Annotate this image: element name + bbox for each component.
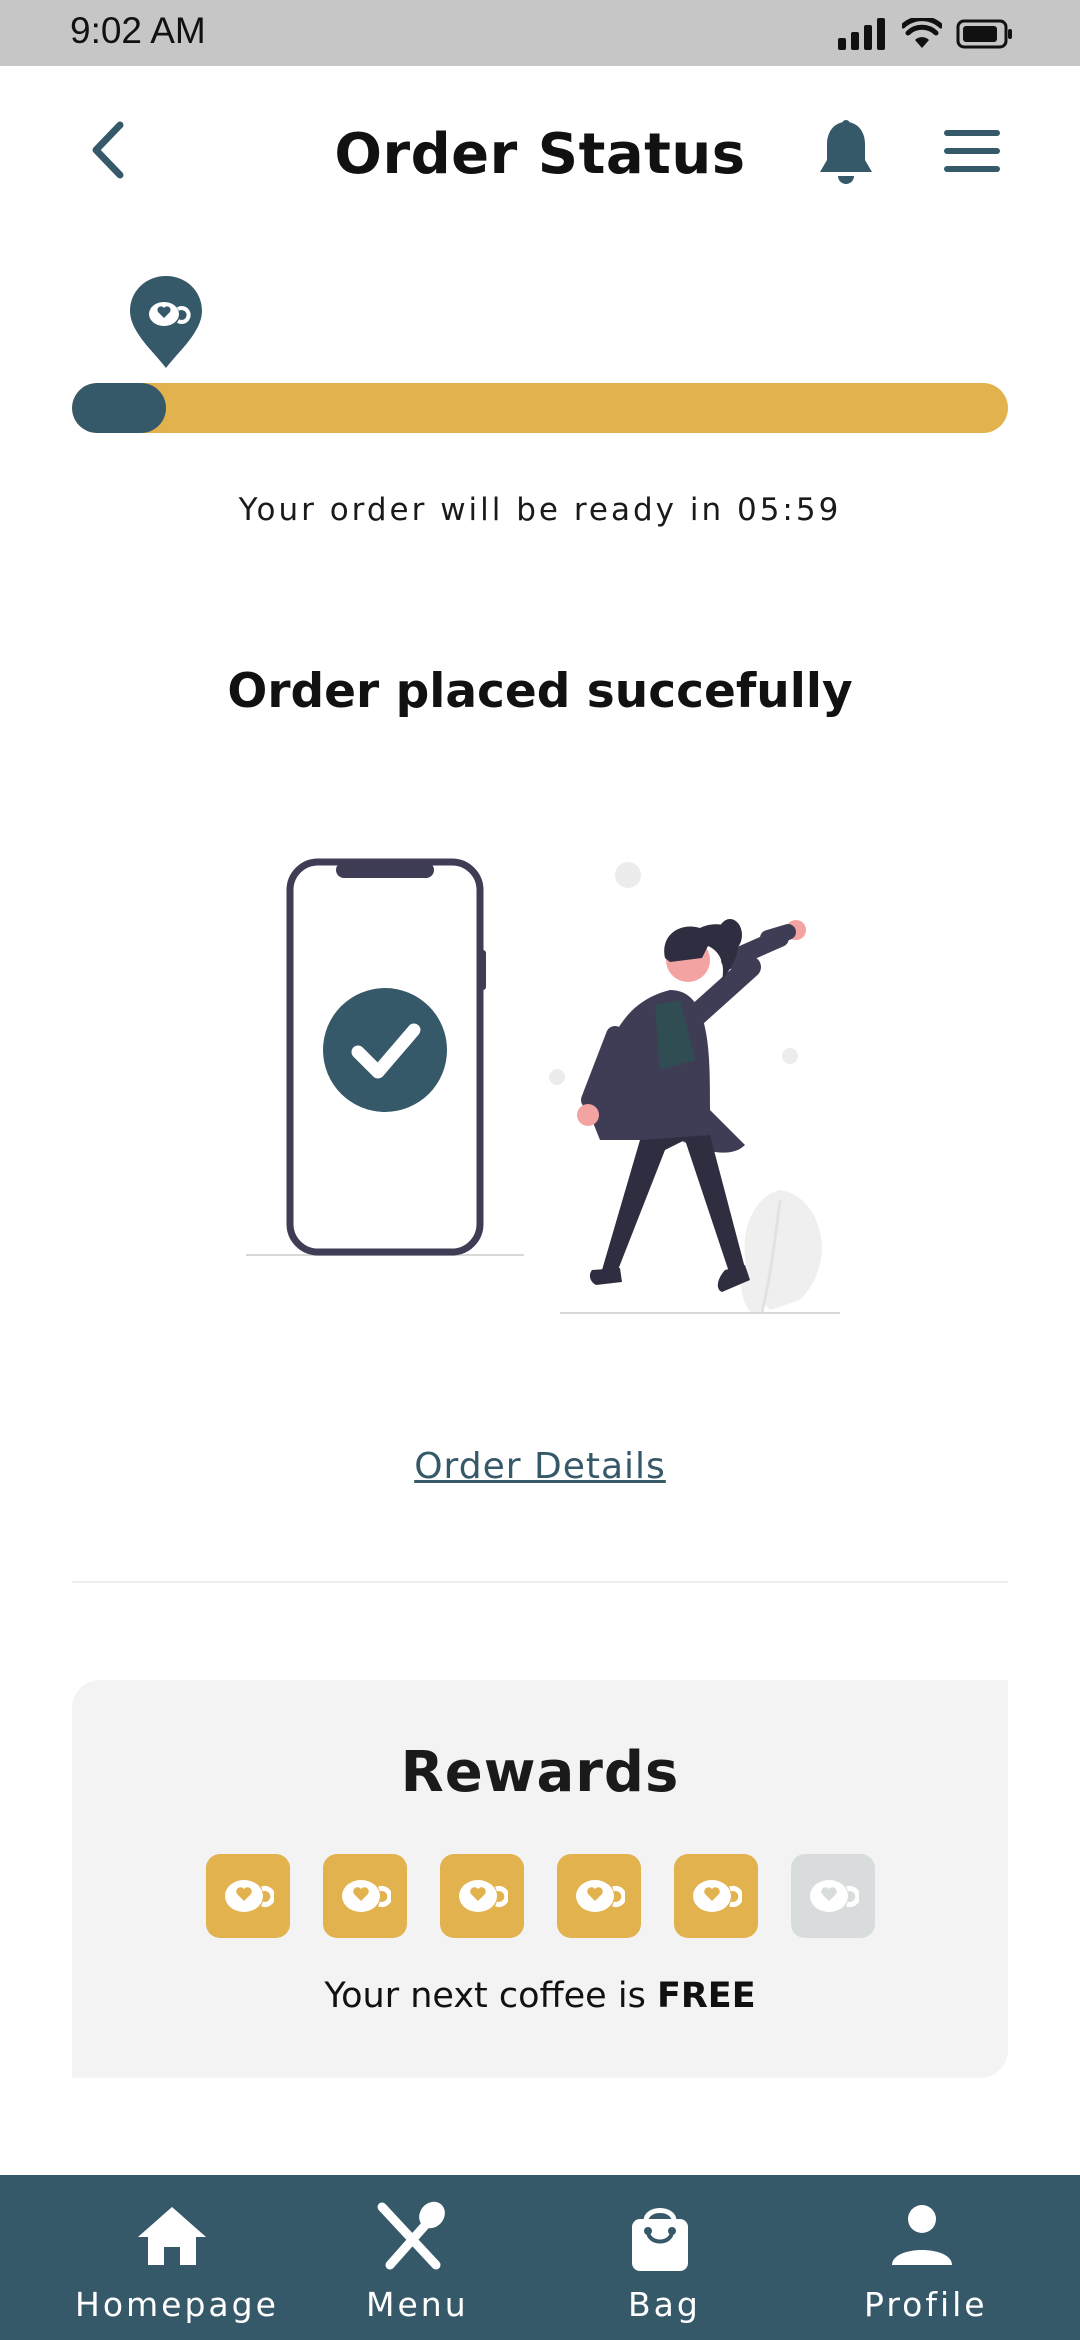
user-icon <box>892 2205 952 2265</box>
nav-item-profile[interactable]: Profile <box>864 2175 985 2340</box>
rewards-card: Rewards Your next coffee is FREE <box>72 1680 1008 2078</box>
page-title: Order Status <box>334 122 746 187</box>
coffee-location-pin-icon <box>130 276 202 368</box>
rewards-title: Rewards <box>400 1740 680 1805</box>
ready-time-text: Your order will be ready in 05:59 <box>238 492 842 528</box>
reward-stamp-filled <box>323 1854 407 1938</box>
home-icon <box>138 2207 206 2265</box>
divider <box>72 1581 1008 1583</box>
coffee-cup-icon <box>459 1880 508 1912</box>
battery-icon <box>956 19 1012 49</box>
reward-stamp-empty <box>791 1854 875 1938</box>
status-bar: 9:02 AM <box>0 0 1080 66</box>
coffee-cup-icon <box>576 1880 625 1912</box>
shopping-bag-icon <box>632 2208 688 2271</box>
reward-stamp-filled <box>440 1854 524 1938</box>
coffee-cup-icon <box>693 1880 742 1912</box>
nav-item-bag[interactable]: Bag <box>624 2175 698 2340</box>
bottom-nav: Homepage Menu Bag Profile <box>0 2175 1080 2340</box>
fork-knife-icon <box>377 2201 445 2270</box>
order-confirmed-illustration <box>246 858 840 1314</box>
rewards-message: Your next coffee is FREE <box>72 1976 1008 2016</box>
coffee-cup-icon <box>342 1880 391 1912</box>
menu-button[interactable] <box>940 124 1004 180</box>
bell-icon <box>820 120 872 184</box>
status-icons <box>838 14 1014 54</box>
signal-icon <box>838 18 885 50</box>
order-progress-fill <box>72 383 166 433</box>
reward-stamps <box>206 1854 875 1938</box>
confirmation-title: Order placed succefully <box>227 664 853 719</box>
nav-label-menu: Menu <box>366 2285 469 2324</box>
wifi-icon <box>902 18 942 48</box>
rewards-message-prefix: Your next coffee is <box>324 1976 657 2016</box>
nav-item-menu[interactable]: Menu <box>362 2175 466 2340</box>
reward-stamp-filled <box>206 1854 290 1938</box>
hamburger-menu-icon <box>944 130 1000 172</box>
nav-label-profile: Profile <box>864 2285 988 2324</box>
reward-stamp-filled <box>557 1854 641 1938</box>
rewards-message-free: FREE <box>656 1976 756 2016</box>
order-details-link[interactable]: Order Details <box>0 1446 1080 1487</box>
nav-label-bag: Bag <box>628 2285 701 2324</box>
coffee-cup-icon <box>810 1880 859 1912</box>
nav-label-homepage: Homepage <box>75 2285 279 2324</box>
status-time: 9:02 AM <box>70 10 206 51</box>
coffee-cup-icon <box>225 1880 274 1912</box>
reward-stamp-filled <box>674 1854 758 1938</box>
notifications-button[interactable] <box>816 118 876 188</box>
order-progress-bar <box>72 383 1008 433</box>
nav-item-homepage[interactable]: Homepage <box>75 2175 276 2340</box>
